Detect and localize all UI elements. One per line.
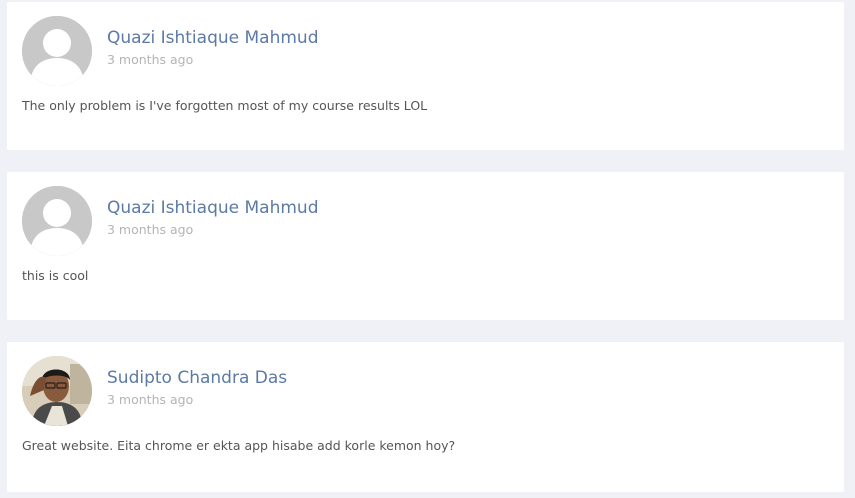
- avatar[interactable]: [22, 186, 92, 256]
- comment-feed: Quazi Ishtiaque Mahmud 3 months ago The …: [0, 0, 855, 498]
- default-user-icon: [22, 16, 92, 86]
- comment-card: Quazi Ishtiaque Mahmud 3 months ago this…: [7, 172, 844, 320]
- default-user-icon: [22, 186, 92, 256]
- comment-card: Sudipto Chandra Das 3 months ago Great w…: [7, 342, 844, 492]
- comment-text: this is cool: [22, 268, 89, 283]
- comment-text: The only problem is I've forgotten most …: [22, 98, 428, 113]
- avatar[interactable]: [22, 356, 92, 426]
- comment-timestamp: 3 months ago: [107, 52, 194, 67]
- comment-timestamp: 3 months ago: [107, 222, 194, 237]
- comment-timestamp: 3 months ago: [107, 392, 194, 407]
- comment-author[interactable]: Quazi Ishtiaque Mahmud: [107, 28, 319, 48]
- comment-author[interactable]: Sudipto Chandra Das: [107, 368, 287, 388]
- comment-card: Quazi Ishtiaque Mahmud 3 months ago The …: [7, 2, 844, 150]
- user-photo: [22, 356, 92, 426]
- avatar[interactable]: [22, 16, 92, 86]
- comment-text: Great website. Eita chrome er ekta app h…: [22, 438, 456, 453]
- comment-author[interactable]: Quazi Ishtiaque Mahmud: [107, 198, 319, 218]
